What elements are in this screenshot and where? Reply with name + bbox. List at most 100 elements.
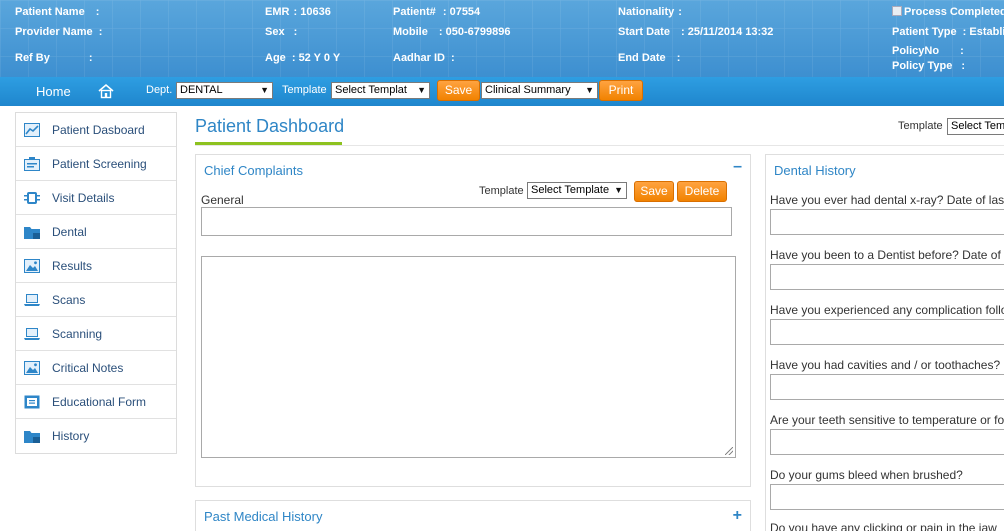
laptop-icon bbox=[24, 327, 40, 341]
policy-type-value: : bbox=[961, 60, 966, 72]
chevron-down-icon: ▼ bbox=[417, 85, 426, 95]
resize-grip-icon[interactable] bbox=[725, 447, 733, 455]
general-input[interactable] bbox=[201, 207, 732, 236]
page-title: Patient Dashboard bbox=[195, 116, 345, 136]
home-icon[interactable] bbox=[98, 83, 114, 99]
home-link[interactable]: Home bbox=[36, 84, 71, 99]
age-field: Age : 52 Y 0 Y bbox=[265, 52, 340, 64]
complaints-template-select[interactable]: Select Template ▼ bbox=[527, 182, 627, 199]
sidebar-item-patient-dashboard[interactable]: Patient Dasboard bbox=[16, 113, 176, 147]
sidebar-item-label: History bbox=[52, 429, 90, 443]
ref-by-label: Ref By bbox=[15, 52, 50, 64]
laptop-icon bbox=[24, 293, 40, 307]
sidebar-item-label: Dental bbox=[52, 225, 87, 239]
aadhar-value: : bbox=[451, 52, 455, 64]
sidebar-item-label: Scans bbox=[52, 293, 86, 307]
folder-icon bbox=[24, 429, 40, 443]
sidebar-item-educational-form[interactable]: Educational Form bbox=[16, 385, 176, 419]
main-template-select[interactable]: Select Tem bbox=[947, 118, 1004, 135]
start-date-value: : 25/11/2014 13:32 bbox=[681, 26, 774, 38]
visit-icon bbox=[24, 191, 40, 205]
patient-name-value: : bbox=[95, 6, 100, 18]
collapse-icon[interactable]: – bbox=[733, 158, 742, 176]
process-completed-field: Process Completed bbox=[892, 6, 1004, 18]
sidebar-item-visit-details[interactable]: Visit Details bbox=[16, 181, 176, 215]
ref-by-field: Ref By : bbox=[15, 52, 93, 64]
emr-label: EMR bbox=[265, 6, 290, 18]
chevron-down-icon: ▼ bbox=[260, 85, 269, 95]
aadhar-label: Aadhar ID bbox=[393, 52, 445, 64]
dental-answer-input[interactable] bbox=[770, 374, 1004, 400]
patient-type-field: Patient Type : Establis bbox=[892, 26, 1004, 38]
past-medical-history-panel[interactable]: Past Medical History + bbox=[195, 500, 751, 531]
nationality-field: Nationality : bbox=[618, 6, 682, 18]
patient-type-value: : Establis bbox=[962, 26, 1004, 38]
patient-number-field: Patient# : 07554 bbox=[393, 6, 480, 18]
summary-select[interactable]: Clinical Summary ▼ bbox=[481, 82, 598, 99]
dental-answer-input[interactable] bbox=[770, 319, 1004, 345]
dental-question: Do your gums bleed when brushed? bbox=[770, 468, 963, 482]
sidebar-item-label: Patient Screening bbox=[52, 157, 147, 171]
complaints-delete-button[interactable]: Delete bbox=[677, 181, 727, 202]
chart-icon bbox=[24, 123, 40, 137]
sidebar-item-label: Critical Notes bbox=[52, 361, 124, 375]
sidebar-item-critical-notes[interactable]: Critical Notes bbox=[16, 351, 176, 385]
general-label: General bbox=[201, 193, 244, 207]
past-medical-history-title: Past Medical History bbox=[204, 509, 323, 524]
main-template-value: Select Tem bbox=[951, 120, 1004, 132]
form-icon bbox=[24, 395, 40, 409]
start-date-label: Start Date bbox=[618, 26, 670, 38]
emr-field: EMR : 10636 bbox=[265, 6, 331, 18]
sidebar-item-scans[interactable]: Scans bbox=[16, 283, 176, 317]
patient-name-label: Patient Name bbox=[15, 6, 85, 18]
sidebar-item-label: Educational Form bbox=[52, 395, 147, 409]
title-divider bbox=[195, 145, 1004, 146]
dental-answer-input[interactable] bbox=[770, 209, 1004, 235]
dept-label: Dept. bbox=[146, 84, 173, 96]
sex-field: Sex : bbox=[265, 26, 297, 38]
sidebar-item-label: Patient Dasboard bbox=[52, 123, 145, 137]
dental-answer-input[interactable] bbox=[770, 484, 1004, 510]
toolbar-template-select[interactable]: Select Templat ▼ bbox=[331, 82, 430, 99]
sex-value: : bbox=[293, 26, 298, 38]
process-completed-checkbox[interactable] bbox=[892, 6, 902, 16]
sidebar-item-patient-screening[interactable]: Patient Screening bbox=[16, 147, 176, 181]
summary-select-value: Clinical Summary bbox=[485, 84, 571, 96]
complaints-textarea[interactable] bbox=[201, 256, 736, 458]
dental-question: Have you experienced any complication fo… bbox=[770, 303, 1004, 317]
patient-type-label: Patient Type bbox=[892, 26, 957, 38]
toolbar-template-label: Template bbox=[282, 84, 327, 96]
provider-name-value: : bbox=[98, 26, 103, 38]
dental-answer-input[interactable] bbox=[770, 429, 1004, 455]
dental-question: Do you have any clicking or pain in the … bbox=[770, 521, 997, 531]
complaints-save-button[interactable]: Save bbox=[634, 181, 674, 202]
toolbar-save-button[interactable]: Save bbox=[437, 80, 480, 101]
dental-question: Have you ever had dental x-ray? Date of … bbox=[770, 193, 1004, 207]
print-button[interactable]: Print bbox=[599, 80, 643, 101]
nationality-label: Nationality bbox=[618, 6, 675, 18]
mobile-value: : 050-6799896 bbox=[438, 26, 511, 38]
chevron-down-icon: ▼ bbox=[614, 185, 623, 195]
policy-no-field: PolicyNo : bbox=[892, 45, 964, 57]
provider-name-field: Provider Name : bbox=[15, 26, 102, 38]
sidebar-item-scanning[interactable]: Scanning bbox=[16, 317, 176, 351]
process-completed-label: Process Completed bbox=[904, 6, 1004, 18]
dept-select[interactable]: DENTAL ▼ bbox=[176, 82, 273, 99]
provider-name-label: Provider Name bbox=[15, 26, 93, 38]
patient-name-field: Patient Name : bbox=[15, 6, 99, 18]
sidebar-item-history[interactable]: History bbox=[16, 419, 176, 453]
image-icon bbox=[24, 361, 40, 375]
expand-icon[interactable]: + bbox=[733, 507, 742, 525]
toolbar-template-value: Select Templat bbox=[335, 84, 407, 96]
dental-question: Have you been to a Dentist before? Date … bbox=[770, 248, 1001, 262]
main-template-label: Template bbox=[898, 120, 943, 132]
sidebar-item-dental[interactable]: Dental bbox=[16, 215, 176, 249]
patient-number-label: Patient# bbox=[393, 6, 436, 18]
patient-number-value: : 07554 bbox=[442, 6, 481, 18]
dept-select-value: DENTAL bbox=[180, 84, 223, 96]
sidebar: Patient Dasboard Patient Screening Visit… bbox=[15, 112, 177, 454]
dental-question: Have you had cavities and / or toothache… bbox=[770, 358, 1001, 372]
folder-icon bbox=[24, 225, 40, 239]
sidebar-item-results[interactable]: Results bbox=[16, 249, 176, 283]
dental-answer-input[interactable] bbox=[770, 264, 1004, 290]
